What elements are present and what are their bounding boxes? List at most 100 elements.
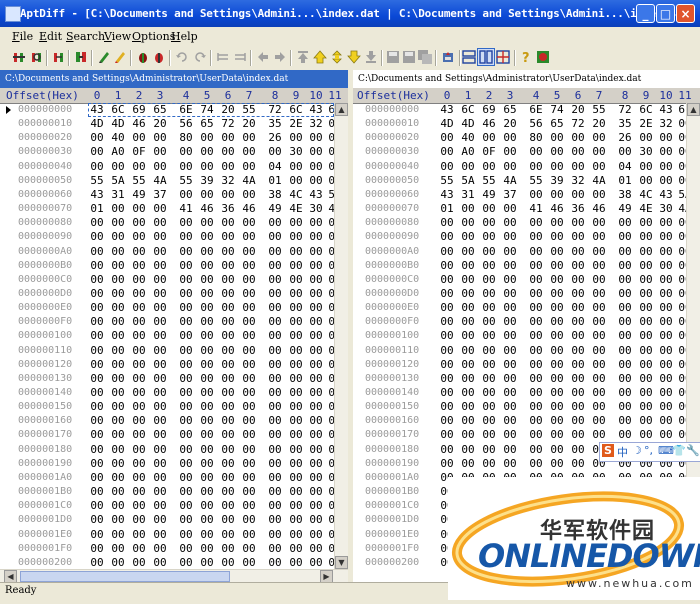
hex-byte-cell[interactable]: 00	[151, 301, 169, 315]
hex-byte-cell[interactable]: 00	[88, 358, 106, 372]
hex-byte-cell[interactable]: 00	[88, 443, 106, 457]
hex-byte-cell[interactable]: 00	[501, 259, 519, 273]
hex-byte-cell[interactable]: 00	[459, 160, 477, 174]
hex-byte-cell[interactable]: 56	[527, 117, 545, 131]
hex-row[interactable]: 0000000F0000000000000000000000000	[353, 315, 692, 329]
hex-byte-cell[interactable]: 00	[266, 400, 284, 414]
hex-byte-cell[interactable]: 00	[219, 245, 237, 259]
hex-byte-cell[interactable]: 74	[548, 103, 566, 117]
hex-byte-cell[interactable]: 00	[88, 400, 106, 414]
hex-byte-cell[interactable]: 00	[88, 528, 106, 542]
hex-byte-cell[interactable]: 00	[198, 513, 216, 527]
hex-byte-cell[interactable]: 00	[548, 372, 566, 386]
hex-row[interactable]: 0000000F0000000000000000000000000	[0, 315, 342, 329]
hex-byte-cell[interactable]: 00	[130, 471, 148, 485]
hex-byte-cell[interactable]: 00	[151, 259, 169, 273]
hex-byte-cell[interactable]: 00	[548, 145, 566, 159]
hex-byte-cell[interactable]: 00	[151, 485, 169, 499]
hex-byte-cell[interactable]: 00	[637, 301, 655, 315]
options-icon[interactable]	[74, 50, 88, 64]
hex-byte-cell[interactable]: 00	[657, 329, 675, 343]
save-right-icon[interactable]	[402, 50, 416, 64]
hex-byte-cell[interactable]: 00	[569, 329, 587, 343]
left-scroll-down-button[interactable]: ▼	[335, 556, 348, 569]
hex-byte-cell[interactable]: 00	[480, 230, 498, 244]
hex-byte-cell[interactable]: 00	[287, 556, 305, 570]
hex-byte-cell[interactable]: 00	[109, 329, 127, 343]
hex-row[interactable]: 0000001B0000000000000000000000000	[0, 485, 342, 499]
hex-byte-cell[interactable]: 00	[616, 400, 634, 414]
hex-byte-cell[interactable]: 00	[637, 216, 655, 230]
hex-byte-cell[interactable]: 00	[266, 273, 284, 287]
hex-byte-cell[interactable]: 00	[438, 414, 456, 428]
hex-byte-cell[interactable]: 00	[266, 457, 284, 471]
hex-byte-cell[interactable]: 49	[130, 188, 148, 202]
hex-byte-cell[interactable]: 00	[266, 245, 284, 259]
hex-byte-cell[interactable]: 00	[287, 230, 305, 244]
hex-row[interactable]: 000000050555A554A5539324A01000000	[353, 174, 692, 188]
hex-byte-cell[interactable]: 00	[130, 245, 148, 259]
hex-byte-cell[interactable]: 00	[219, 499, 237, 513]
hex-byte-cell[interactable]: 00	[438, 315, 456, 329]
hex-byte-cell[interactable]: 00	[459, 287, 477, 301]
hex-byte-cell[interactable]: 00	[459, 457, 477, 471]
hex-byte-cell[interactable]: 00	[307, 315, 325, 329]
hex-byte-cell[interactable]: 00	[130, 542, 148, 556]
hex-byte-cell[interactable]: 00	[637, 428, 655, 442]
hex-row[interactable]: 000000170000000000000000000000000	[0, 428, 342, 442]
hex-byte-cell[interactable]: 00	[109, 372, 127, 386]
hex-byte-cell[interactable]: 00	[287, 344, 305, 358]
hex-byte-cell[interactable]: 00	[527, 301, 545, 315]
hex-byte-cell[interactable]: 00	[287, 131, 305, 145]
hex-byte-cell[interactable]: 37	[501, 188, 519, 202]
title-bar[interactable]: AptDiff - [C:\Documents and Settings\Adm…	[0, 0, 700, 27]
hex-byte-cell[interactable]: 00	[198, 400, 216, 414]
hex-byte-cell[interactable]: 00	[637, 131, 655, 145]
hex-byte-cell[interactable]: 00	[266, 443, 284, 457]
menu-view[interactable]: View	[104, 30, 131, 43]
hex-byte-cell[interactable]: 00	[307, 499, 325, 513]
hex-row[interactable]: 0000000E0000000000000000000000000	[0, 301, 342, 315]
hex-byte-cell[interactable]: 00	[287, 216, 305, 230]
hex-row[interactable]: 000000130000000000000000000000000	[0, 372, 342, 386]
hex-byte-cell[interactable]: 00	[240, 273, 258, 287]
hex-byte-cell[interactable]: 00	[548, 344, 566, 358]
hex-row[interactable]: 0000000604331493700000000384C435A	[0, 188, 342, 202]
hex-byte-cell[interactable]: 00	[307, 542, 325, 556]
hex-byte-cell[interactable]: 00	[287, 358, 305, 372]
hex-byte-cell[interactable]: 00	[240, 471, 258, 485]
hex-byte-cell[interactable]: 00	[480, 131, 498, 145]
hex-byte-cell[interactable]: 00	[307, 556, 325, 570]
hex-byte-cell[interactable]: 30	[637, 145, 655, 159]
hex-byte-cell[interactable]: 00	[198, 386, 216, 400]
hex-byte-cell[interactable]: 00	[287, 329, 305, 343]
hex-byte-cell[interactable]: 00	[88, 485, 106, 499]
hex-byte-cell[interactable]: 00	[548, 386, 566, 400]
hex-byte-cell[interactable]: 00	[480, 216, 498, 230]
last-diff-icon[interactable]	[364, 50, 378, 64]
hex-byte-cell[interactable]: 00	[177, 287, 195, 301]
hex-byte-cell[interactable]: 00	[287, 273, 305, 287]
hex-byte-cell[interactable]: 40	[459, 131, 477, 145]
hex-byte-cell[interactable]: 00	[240, 443, 258, 457]
hex-byte-cell[interactable]: 00	[438, 344, 456, 358]
hex-byte-cell[interactable]: 00	[88, 315, 106, 329]
hex-byte-cell[interactable]: 00	[287, 485, 305, 499]
hex-byte-cell[interactable]: 0F	[480, 145, 498, 159]
hex-byte-cell[interactable]: 00	[459, 358, 477, 372]
hex-byte-cell[interactable]: 00	[307, 443, 325, 457]
sync-right-icon[interactable]	[233, 50, 247, 64]
hex-byte-cell[interactable]: 4D	[88, 117, 106, 131]
hex-byte-cell[interactable]: 00	[88, 414, 106, 428]
hex-byte-cell[interactable]: 4A	[590, 174, 608, 188]
hex-byte-cell[interactable]: 00	[637, 386, 655, 400]
hex-byte-cell[interactable]: 6C	[637, 103, 655, 117]
hex-byte-cell[interactable]: 00	[527, 344, 545, 358]
app-icon[interactable]	[5, 6, 21, 22]
hex-row[interactable]: 000000080000000000000000000000000	[353, 216, 692, 230]
hex-byte-cell[interactable]: 00	[151, 513, 169, 527]
hex-byte-cell[interactable]: 00	[548, 273, 566, 287]
hex-byte-cell[interactable]: 00	[240, 160, 258, 174]
hex-byte-cell[interactable]: 00	[240, 245, 258, 259]
hex-byte-cell[interactable]: 00	[240, 414, 258, 428]
